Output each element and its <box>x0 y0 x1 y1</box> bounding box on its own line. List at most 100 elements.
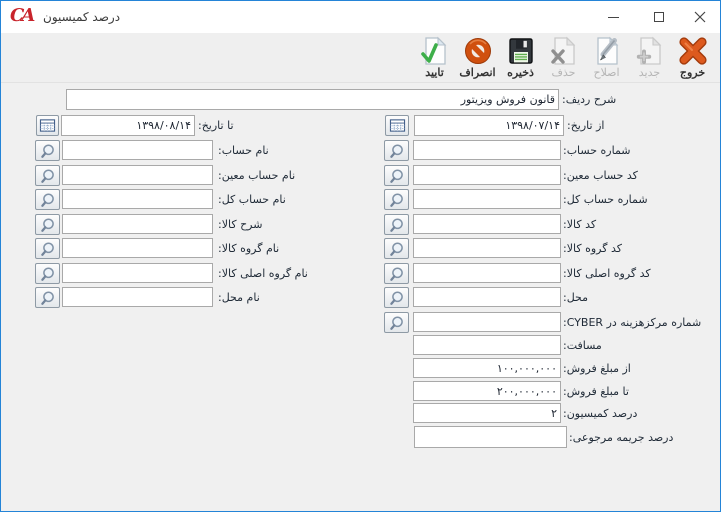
from-date-field[interactable] <box>414 115 564 136</box>
cancel-button[interactable]: انصراف <box>456 35 499 82</box>
minimize-icon <box>608 16 619 18</box>
general-account-number-search-button[interactable] <box>384 189 409 210</box>
calendar-icon <box>39 119 56 132</box>
from-sale-amount-label: از مبلغ فروش: <box>563 362 631 375</box>
search-icon <box>40 290 54 305</box>
subsidiary-account-name-search-button[interactable] <box>35 165 60 186</box>
distance-label: مسافت: <box>563 339 602 352</box>
subsidiary-account-code-search-button[interactable] <box>384 165 409 186</box>
new-page-icon <box>636 35 666 67</box>
maximize-icon <box>653 12 664 22</box>
minimize-button[interactable] <box>591 1 636 33</box>
search-icon <box>389 266 403 281</box>
app-logo: CA <box>10 5 35 26</box>
account-number-label: شماره حساب: <box>563 144 631 157</box>
search-icon <box>389 168 403 183</box>
distance-field[interactable] <box>413 335 561 355</box>
to-sale-amount-field[interactable] <box>413 381 561 401</box>
search-icon <box>40 192 54 207</box>
search-icon <box>389 315 403 330</box>
from-date-calendar-button[interactable] <box>385 115 409 136</box>
item-group-name-label: نام گروه کالا: <box>218 242 280 255</box>
item-group-code-field[interactable] <box>413 238 561 258</box>
commission-percent-field[interactable] <box>413 403 561 423</box>
location-name-search-button[interactable] <box>35 287 60 308</box>
search-icon <box>40 217 54 232</box>
search-icon <box>389 143 403 158</box>
from-sale-amount-field[interactable] <box>413 358 561 378</box>
maximize-button[interactable] <box>636 1 681 33</box>
to-sale-amount-label: تا مبلغ فروش: <box>563 385 629 398</box>
confirm-check-icon <box>420 35 451 67</box>
confirm-button[interactable]: تایید <box>413 35 456 82</box>
toolbar: تایید انصراف ذخیره حذف اصلاح جدید خروج <box>1 33 720 83</box>
cancel-no-icon <box>464 38 491 64</box>
calendar-icon <box>389 119 405 132</box>
new-button: جدید <box>628 35 671 82</box>
item-description-label: شرح کالا: <box>218 218 263 231</box>
edit-pencil-icon <box>591 35 623 67</box>
item-code-field[interactable] <box>413 214 561 234</box>
location-name-label: نام محل: <box>218 291 260 304</box>
subsidiary-account-code-field[interactable] <box>413 165 561 185</box>
exit-x-icon <box>678 37 707 65</box>
search-icon <box>40 241 54 256</box>
exit-button-label: خروج <box>679 67 706 79</box>
item-main-group-code-field[interactable] <box>413 263 561 283</box>
save-floppy-icon <box>508 38 533 64</box>
location-name-field[interactable] <box>62 287 213 307</box>
close-icon <box>694 11 705 23</box>
subsidiary-account-name-label: نام حساب معین: <box>218 169 296 182</box>
to-date-field[interactable] <box>61 115 195 136</box>
row-description-label: شرح ردیف: <box>562 93 617 106</box>
item-main-group-name-search-button[interactable] <box>35 263 60 284</box>
account-number-search-button[interactable] <box>384 140 409 161</box>
edit-button-label: اصلاح <box>593 67 620 79</box>
general-account-number-field[interactable] <box>413 189 561 209</box>
from-date-label: از تاریخ: <box>567 119 605 132</box>
item-group-name-field[interactable] <box>62 238 213 258</box>
general-account-name-field[interactable] <box>62 189 213 209</box>
search-icon <box>40 168 54 183</box>
search-icon <box>389 290 403 305</box>
return-penalty-percent-field[interactable] <box>414 426 567 448</box>
item-code-label: کد کالا: <box>563 218 597 231</box>
row-description-field[interactable] <box>66 89 559 110</box>
item-description-field[interactable] <box>62 214 213 234</box>
to-date-calendar-button[interactable] <box>36 115 59 136</box>
commission-percent-label: درصد کمیسیون: <box>563 407 638 420</box>
location-search-button[interactable] <box>384 287 409 308</box>
cyber-cost-center-field[interactable] <box>413 312 561 332</box>
search-icon <box>40 266 54 281</box>
location-field[interactable] <box>413 287 561 307</box>
save-button[interactable]: ذخیره <box>499 35 542 82</box>
delete-page-icon <box>550 35 580 67</box>
item-main-group-code-search-button[interactable] <box>384 263 409 284</box>
account-name-label: نام حساب: <box>218 144 269 157</box>
titlebar: CA درصد کمیسیون <box>1 1 720 33</box>
item-group-code-search-button[interactable] <box>384 238 409 259</box>
return-penalty-percent-label: درصد جریمه مرجوعی: <box>569 431 674 444</box>
account-number-field[interactable] <box>413 140 561 160</box>
save-button-label: ذخیره <box>507 67 534 79</box>
edit-button: اصلاح <box>585 35 628 82</box>
close-button[interactable] <box>677 1 720 33</box>
account-name-field[interactable] <box>62 140 213 160</box>
window-title: درصد کمیسیون <box>43 10 121 24</box>
subsidiary-account-name-field[interactable] <box>62 165 213 185</box>
cyber-cost-center-search-button[interactable] <box>384 312 409 333</box>
search-icon <box>40 143 54 158</box>
account-name-search-button[interactable] <box>35 140 60 161</box>
general-account-name-search-button[interactable] <box>35 189 60 210</box>
confirm-button-label: تایید <box>425 67 444 79</box>
item-code-search-button[interactable] <box>384 214 409 235</box>
item-description-search-button[interactable] <box>35 214 60 235</box>
item-main-group-name-field[interactable] <box>62 263 213 283</box>
form-area: شرح ردیف: از تاریخ: تا تاریخ: شماره حساب… <box>1 83 720 511</box>
item-group-name-search-button[interactable] <box>35 238 60 259</box>
exit-button[interactable]: خروج <box>671 35 714 82</box>
to-date-label: تا تاریخ: <box>198 119 234 132</box>
search-icon <box>389 192 403 207</box>
dialog-window: CA درصد کمیسیون تایید انصراف ذخیره حذف ا… <box>0 0 721 512</box>
general-account-name-label: نام حساب کل: <box>218 193 286 206</box>
